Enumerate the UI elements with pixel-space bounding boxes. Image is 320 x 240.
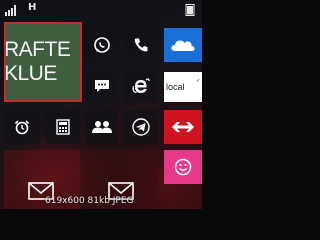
- svg-text:✓: ✓: [196, 78, 200, 83]
- phone-tile[interactable]: [124, 28, 158, 62]
- internet-explorer-tile[interactable]: [124, 70, 158, 102]
- smiley-icon: [174, 158, 192, 176]
- people-tile[interactable]: [86, 110, 118, 144]
- onedrive-tile[interactable]: [164, 28, 202, 62]
- calculator-tile[interactable]: [46, 110, 80, 144]
- local-weather-tile[interactable]: local ✓: [164, 72, 202, 102]
- status-bar: H: [0, 0, 202, 20]
- signal-strength-icon: [5, 5, 16, 16]
- alarms-tile[interactable]: [4, 110, 40, 144]
- sbb-tile[interactable]: [164, 110, 202, 144]
- calculator-icon: [56, 119, 70, 135]
- smiley-tile[interactable]: [164, 150, 202, 184]
- messaging-tile[interactable]: [86, 70, 118, 102]
- messaging-icon: [95, 80, 109, 92]
- local-superscript-icon: ✓: [196, 78, 200, 83]
- network-type-label: H: [28, 2, 37, 13]
- image-caption: 619x600 81kb JPEG: [45, 196, 134, 206]
- swiss-rail-icon: [172, 122, 194, 132]
- cloud-icon: [171, 40, 195, 51]
- live-tile-line-2: KLUE: [4, 62, 57, 85]
- battery-icon: [185, 4, 195, 16]
- whatsapp-icon: [94, 37, 110, 53]
- phone-screen: H RAFTE KLUE local ✓ 619x600 81kb JPEG: [0, 0, 202, 209]
- whatsapp-tile[interactable]: [86, 28, 118, 62]
- internet-explorer-icon: [132, 78, 150, 94]
- live-tile-line-1: RAFTE: [4, 38, 71, 61]
- local-tile-label: local: [166, 82, 185, 92]
- phone-icon: [134, 38, 148, 52]
- people-icon: [92, 121, 112, 133]
- telegram-tile[interactable]: [124, 110, 158, 144]
- telegram-icon: [132, 118, 150, 136]
- alarm-clock-icon: [14, 120, 30, 135]
- live-tile-raftklue[interactable]: RAFTE KLUE: [4, 22, 82, 102]
